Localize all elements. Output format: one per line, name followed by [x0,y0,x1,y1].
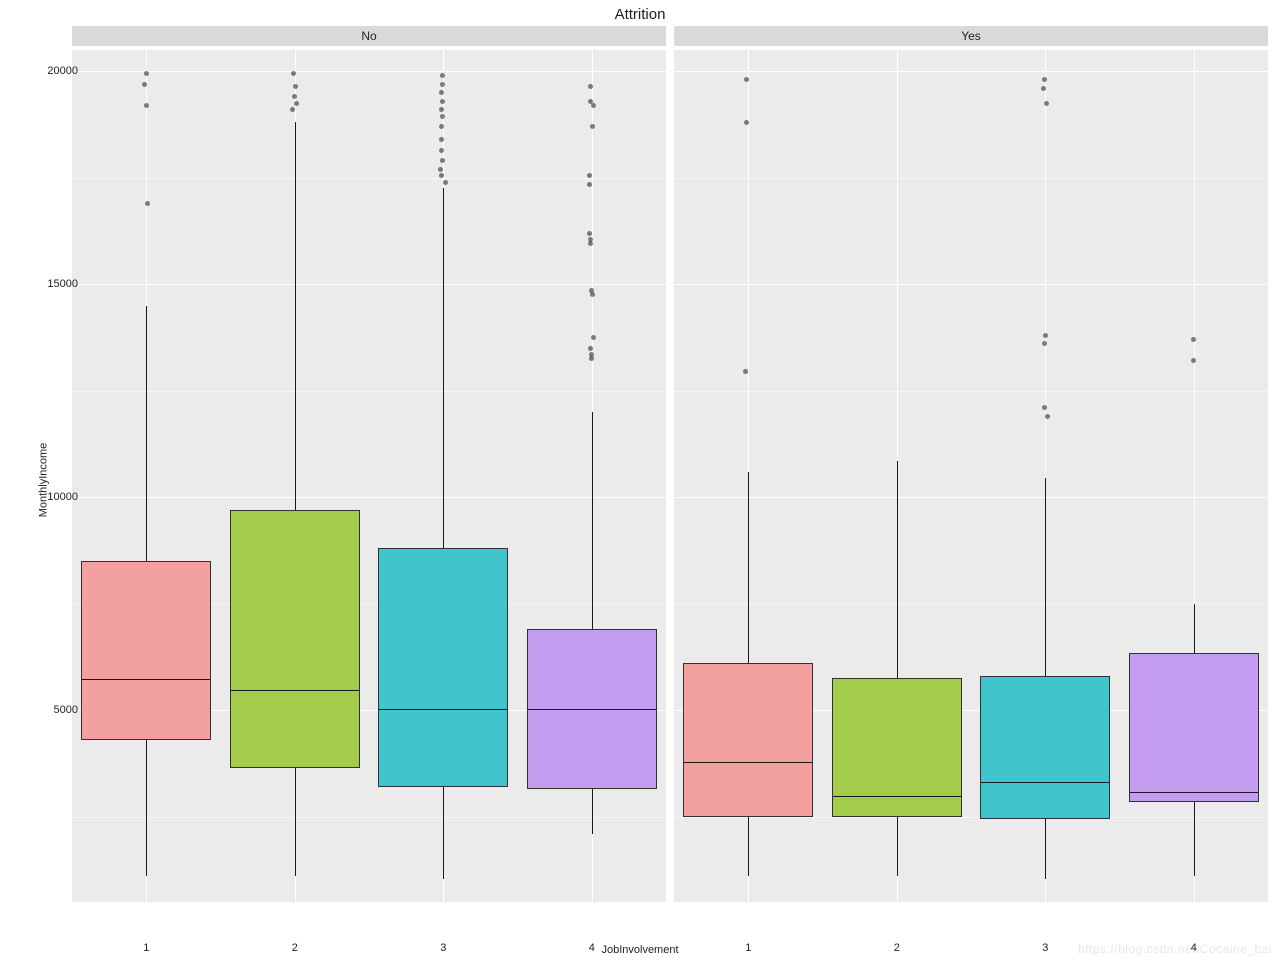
outlier-point [587,231,592,236]
outlier-point [591,103,596,108]
outlier-point [1042,405,1047,410]
box-No-2 [230,510,360,768]
box-Yes-2 [832,678,962,816]
box-Yes-4 [1129,653,1259,802]
outlier-point [1191,358,1196,363]
outlier-point [591,335,596,340]
chart-title: Attrition [0,6,1280,23]
box-No-1 [81,561,211,740]
facet-strip-yes: Yes [674,26,1268,46]
x-axis-label: JobInvolvement [0,944,1280,956]
facet-yes: Yes [674,26,1268,926]
outlier-point [439,90,444,95]
outlier-point [443,180,448,185]
outlier-point [440,158,445,163]
outlier-point [1191,337,1196,342]
outlier-point [293,84,298,89]
box-No-4 [527,629,657,789]
outlier-point [440,99,445,104]
outlier-point [587,173,592,178]
outlier-point [1044,101,1049,106]
outlier-point [1041,86,1046,91]
x-tick: 4 [572,942,612,954]
plot-area: No Yes [72,26,1268,926]
outlier-point [292,94,297,99]
box-Yes-1 [683,663,813,816]
panel-no [72,50,666,902]
x-tick: 4 [1174,942,1214,954]
outlier-point [144,71,149,76]
y-tick: 5000 [18,704,78,716]
outlier-point [440,114,445,119]
outlier-point [291,71,296,76]
outlier-point [590,292,595,297]
facet-no: No [72,26,666,926]
outlier-point [590,124,595,129]
outlier-point [145,201,150,206]
outlier-point [1043,333,1048,338]
outlier-point [1045,414,1050,419]
x-tick: 3 [1025,942,1065,954]
outlier-point [588,99,593,104]
boxplot-chart: Attrition MonthlyIncome JobInvolvement N… [0,0,1280,960]
y-tick: 20000 [18,65,78,77]
outlier-point [589,356,594,361]
outlier-point [588,237,593,242]
outlier-point [439,148,444,153]
outlier-point [1042,77,1047,82]
outlier-point [294,101,299,106]
x-tick: 3 [423,942,463,954]
x-tick: 1 [728,942,768,954]
outlier-point [588,84,593,89]
facet-strip-no: No [72,26,666,46]
panel-yes [674,50,1268,902]
y-tick: 15000 [18,278,78,290]
box-No-3 [378,548,508,787]
outlier-point [440,73,445,78]
outlier-point [440,82,445,87]
outlier-point [587,182,592,187]
x-tick: 1 [126,942,166,954]
x-tick: 2 [877,942,917,954]
y-tick: 10000 [18,491,78,503]
outlier-point [144,103,149,108]
x-tick: 2 [275,942,315,954]
y-axis-label: MonthlyIncome [37,443,49,518]
box-Yes-3 [980,676,1110,819]
